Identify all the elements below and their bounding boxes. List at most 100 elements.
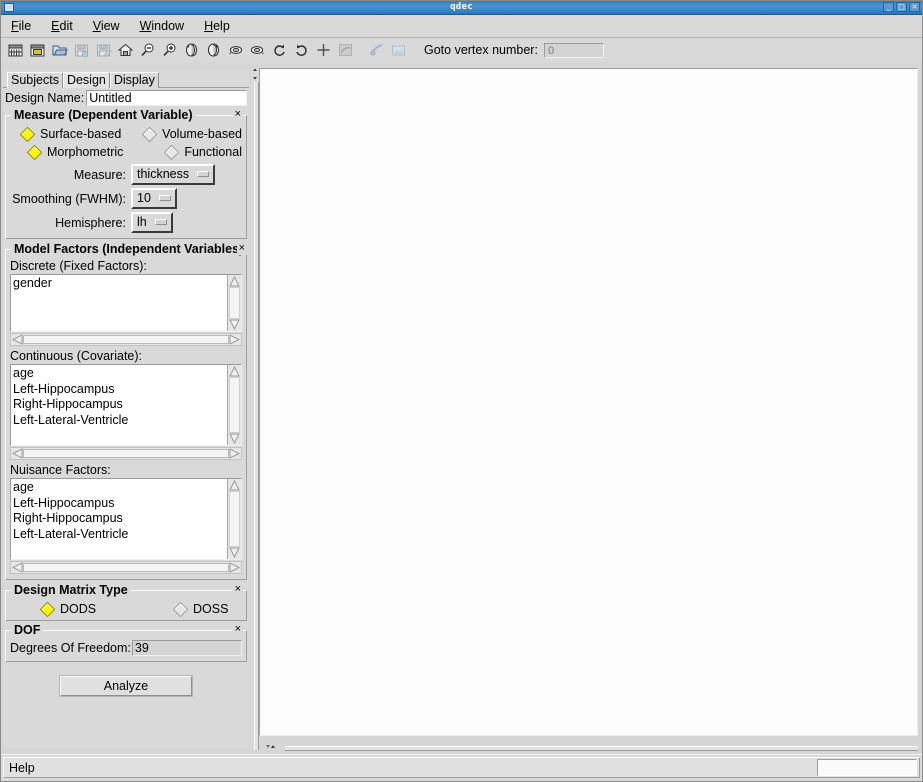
brain-render-canvas[interactable]: [259, 68, 918, 736]
smoothing-label: Smoothing (FWHM):: [12, 191, 126, 206]
list-item[interactable]: Right-Hippocampus: [13, 511, 226, 527]
list-item[interactable]: Right-Hippocampus: [13, 397, 226, 413]
show-cursor-icon[interactable]: [313, 40, 334, 61]
menu-file[interactable]: File: [9, 17, 40, 35]
save-design-icon[interactable]: [93, 40, 114, 61]
hsplitter-bar[interactable]: [285, 746, 918, 751]
radio-dods[interactable]: DODS: [10, 601, 162, 617]
continuous-covariate-hscrollbar[interactable]: [10, 447, 242, 460]
hsplitter-handle-icon[interactable]: [263, 743, 281, 751]
scroll-left-arrow-icon[interactable]: [12, 448, 23, 459]
list-item[interactable]: age: [13, 480, 226, 496]
scroll-right-arrow-icon[interactable]: [229, 448, 240, 459]
scroll-right-arrow-icon[interactable]: [229, 334, 240, 345]
rotate-ccw-icon[interactable]: [269, 40, 290, 61]
tabstrip: Subjects Design Display: [3, 70, 249, 88]
radio-dods-diamond: [39, 601, 56, 617]
save-data-table-icon[interactable]: [71, 40, 92, 61]
radio-doss-label: DOSS: [193, 602, 229, 616]
continuous-covariate-vscrollbar[interactable]: [227, 365, 241, 445]
load-data-table-icon[interactable]: [5, 40, 26, 61]
rotate-brain-left-icon[interactable]: [181, 40, 202, 61]
scroll-down-arrow-icon[interactable]: [229, 433, 240, 444]
list-item[interactable]: Left-Hippocampus: [13, 496, 226, 512]
radio-volume-based[interactable]: Volume-based: [141, 126, 242, 142]
menu-help[interactable]: Help: [202, 17, 239, 35]
design-matrix-type-close-icon[interactable]: ×: [232, 583, 243, 596]
tab-subjects[interactable]: Subjects: [7, 72, 63, 88]
maximize-button[interactable]: □: [896, 2, 907, 12]
nuisance-factors-hscrollbar[interactable]: [10, 561, 242, 574]
list-item[interactable]: gender: [13, 276, 226, 292]
horizontal-splitter[interactable]: [259, 742, 918, 752]
radio-morphometric[interactable]: Morphometric: [10, 144, 152, 160]
discrete-factors-label: Discrete (Fixed Factors):: [10, 259, 147, 273]
menu-view[interactable]: View: [91, 17, 129, 35]
zoom-out-icon[interactable]: [137, 40, 158, 61]
smoothing-option-menu[interactable]: 10: [131, 188, 177, 209]
discrete-factors-listbox[interactable]: gender: [10, 274, 242, 332]
scroll-down-arrow-icon[interactable]: [229, 319, 240, 330]
discrete-factors-hscrollbar[interactable]: [10, 333, 242, 346]
tab-display[interactable]: Display: [109, 72, 159, 88]
continuous-covariate-listbox[interactable]: age Left-Hippocampus Right-Hippocampus L…: [10, 364, 242, 446]
menu-window[interactable]: Window: [138, 17, 193, 35]
radio-functional[interactable]: Functional: [152, 144, 242, 160]
vertical-splitter[interactable]: [251, 68, 259, 750]
radio-functional-diamond: [164, 144, 180, 160]
save-screenshot-icon[interactable]: [388, 40, 409, 61]
hscroll-trough: [23, 335, 229, 344]
vscroll-trough: [229, 491, 240, 547]
scroll-left-arrow-icon[interactable]: [12, 334, 23, 345]
analyze-button[interactable]: Analyze: [60, 676, 192, 696]
design-name-input[interactable]: Untitled: [86, 90, 247, 106]
dof-value: 39: [131, 640, 242, 656]
dof-group-close-icon[interactable]: ×: [232, 623, 243, 636]
measure-option-menu[interactable]: thickness: [131, 164, 216, 185]
show-curvature-icon[interactable]: [335, 40, 356, 61]
open-folder-icon[interactable]: [49, 40, 70, 61]
discrete-factors-vscrollbar[interactable]: [227, 275, 241, 331]
model-factors-group-close-icon[interactable]: ×: [236, 242, 247, 255]
zoom-in-icon[interactable]: [159, 40, 180, 61]
hscroll-trough: [23, 449, 229, 458]
nuisance-factors-listbox[interactable]: age Left-Hippocampus Right-Hippocampus L…: [10, 478, 242, 560]
list-item[interactable]: age: [13, 366, 226, 382]
continuous-covariate-items: age Left-Hippocampus Right-Hippocampus L…: [11, 365, 226, 445]
list-item[interactable]: Left-Lateral-Ventricle: [13, 527, 226, 543]
load-design-icon[interactable]: [27, 40, 48, 61]
goto-vertex-input[interactable]: 0: [543, 42, 604, 58]
nuisance-factors-vscrollbar[interactable]: [227, 479, 241, 559]
hscroll-trough: [23, 563, 229, 572]
design-matrix-type-title: Design Matrix Type: [11, 583, 131, 597]
radio-doss[interactable]: DOSS: [162, 601, 229, 617]
measure-group-close-icon[interactable]: ×: [232, 108, 243, 121]
rotate-brain-up-icon[interactable]: [225, 40, 246, 61]
menu-edit[interactable]: Edit: [49, 17, 82, 35]
rotate-brain-right-icon[interactable]: [203, 40, 224, 61]
continuous-covariate-label: Continuous (Covariate):: [10, 349, 143, 363]
rotate-brain-down-icon[interactable]: [247, 40, 268, 61]
discrete-factors-listwrap: gender: [10, 274, 242, 346]
rotate-cw-icon[interactable]: [291, 40, 312, 61]
restore-view-home-icon[interactable]: [115, 40, 136, 61]
tab-design[interactable]: Design: [62, 72, 110, 88]
hemisphere-option-menu[interactable]: lh: [131, 212, 173, 233]
radio-morphometric-diamond: [26, 144, 43, 160]
scroll-up-arrow-icon[interactable]: [229, 366, 240, 377]
close-button[interactable]: ✕: [909, 2, 920, 12]
splitter-handle-icon[interactable]: [252, 68, 258, 80]
save-point-set-icon[interactable]: [366, 40, 387, 61]
minimize-button[interactable]: _: [883, 2, 894, 12]
smoothing-option-indicator-icon: [158, 195, 171, 201]
continuous-covariate-listwrap: age Left-Hippocampus Right-Hippocampus L…: [10, 364, 242, 460]
list-item[interactable]: Left-Lateral-Ventricle: [13, 413, 226, 429]
scroll-up-arrow-icon[interactable]: [229, 480, 240, 491]
scroll-left-arrow-icon[interactable]: [12, 562, 23, 573]
list-item[interactable]: Left-Hippocampus: [13, 382, 226, 398]
scroll-right-arrow-icon[interactable]: [229, 562, 240, 573]
radio-surface-based[interactable]: Surface-based: [10, 126, 144, 142]
hemisphere-option-value: lh: [137, 215, 147, 229]
scroll-down-arrow-icon[interactable]: [229, 547, 240, 558]
scroll-up-arrow-icon[interactable]: [229, 276, 240, 287]
